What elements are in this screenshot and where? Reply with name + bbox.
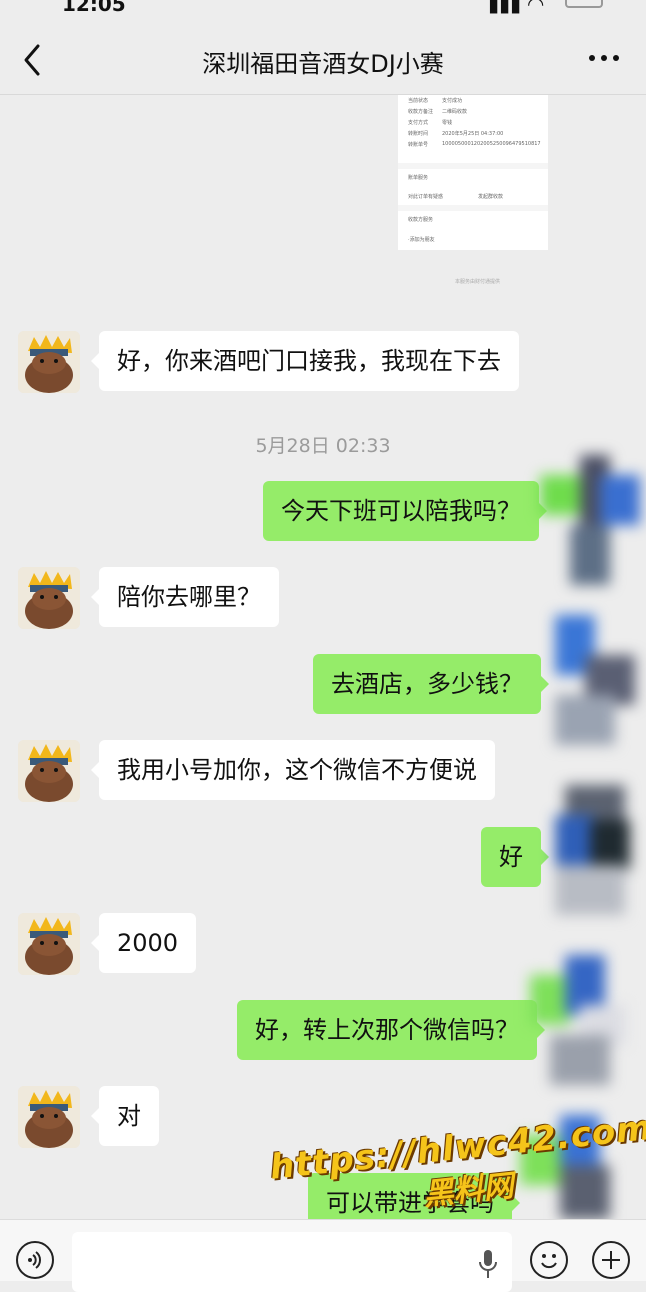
contact-avatar[interactable] — [18, 740, 80, 802]
message-timestamp: 5月28日 02:33 — [255, 435, 391, 457]
screenshot-detail-card: 当前状态 支付成功 收款方备注 二维码收款 支付方式 零钱 转账时间 2020年5月25… — [398, 95, 548, 163]
message-bubble-incoming[interactable]: 好，你来酒吧门口接我，我现在下去 — [91, 331, 519, 391]
message-bubble-outgoing[interactable]: 今天下班可以陪我吗？ — [263, 481, 547, 541]
message-bubble-incoming[interactable]: 我用小号加你，这个微信不方便说 — [91, 740, 495, 800]
screenshot-row-label: 转账时间 — [408, 131, 429, 137]
avatar-hippo-icon — [18, 567, 80, 629]
screenshot-row-label: 当前状态 — [408, 98, 429, 104]
avatar-hippo-icon — [18, 331, 80, 393]
avatar-hippo-icon — [18, 1086, 80, 1148]
screenshot-row-label: 转账单号 — [408, 142, 429, 148]
contact-avatar[interactable] — [18, 567, 80, 629]
screenshot-row-label: 支付方式 — [408, 120, 429, 126]
self-avatar-blurred[interactable] — [545, 785, 645, 925]
contact-avatar[interactable] — [18, 1086, 80, 1148]
input-toolbar — [0, 1219, 646, 1292]
self-avatar-blurred[interactable] — [530, 955, 630, 1095]
message-bubble-outgoing[interactable]: 好，转上次那个微信吗？ — [237, 1000, 545, 1060]
message-input[interactable] — [72, 1232, 512, 1292]
screenshot-service-item: 对此订单有疑惑 — [408, 194, 444, 200]
screenshot-row-value: 支付成功 — [442, 98, 463, 104]
status-bar: 12:05 ▮▮▮ ◠ — [0, 0, 646, 16]
voice-icon — [28, 1251, 41, 1269]
message-bubble-incoming[interactable]: 2000 — [90, 913, 197, 973]
avatar-hippo-icon — [18, 740, 80, 802]
self-avatar-blurred[interactable] — [540, 455, 640, 595]
microphone-icon[interactable] — [478, 1250, 498, 1280]
avatar-hippo-icon — [18, 913, 80, 975]
message-bubble-outgoing[interactable]: 去酒店，多少钱？ — [313, 654, 549, 714]
voice-input-button[interactable] — [16, 1241, 54, 1279]
screenshot-payee-service-card: 收款方服务 ·添加为朋友 — [398, 211, 548, 250]
more-functions-button[interactable] — [592, 1241, 630, 1279]
screenshot-service-item: 发起群收款 — [478, 194, 504, 200]
screenshot-row-value: 零钱 — [442, 120, 453, 126]
screenshot-service-item: ·添加为朋友 — [408, 237, 435, 243]
chat-title: 深圳福田音酒女DJ小赛 — [202, 50, 444, 78]
message-list[interactable]: 当前状态 支付成功 收款方备注 二维码收款 支付方式 零钱 转账时间 2020年5月25… — [0, 95, 646, 1219]
screenshot-row-value: 1000050001202005250096479510817 — [442, 141, 541, 147]
plus-icon — [602, 1251, 620, 1269]
self-avatar-blurred[interactable] — [545, 615, 645, 755]
contact-avatar[interactable] — [18, 913, 80, 975]
contact-avatar[interactable] — [18, 331, 80, 393]
battery-icon — [565, 0, 603, 8]
emoji-button[interactable] — [530, 1241, 568, 1279]
message-bubble-outgoing[interactable]: 好 — [481, 827, 549, 887]
screenshot-section-title: 收款方服务 — [408, 217, 434, 223]
message-bubble-incoming[interactable]: 对 — [91, 1086, 159, 1146]
screenshot-row-value: 2020年5月25日 04:37:00 — [442, 131, 504, 137]
screenshot-section-title: 账单服务 — [408, 175, 429, 181]
message-bubble-incoming[interactable]: 陪你去哪里？ — [91, 567, 279, 627]
more-options-icon[interactable] — [584, 48, 624, 68]
emoji-icon — [541, 1254, 557, 1269]
screenshot-footer: 本服务由财付通提供 — [455, 279, 501, 285]
screenshot-row-value: 二维码收款 — [442, 109, 468, 115]
screenshot-row-label: 收款方备注 — [408, 109, 434, 115]
screenshot-bill-service-card: 账单服务 对此订单有疑惑 发起群收款 — [398, 169, 548, 205]
chat-header: 深圳福田音酒女DJ小赛 — [0, 14, 646, 95]
shared-screenshot-image[interactable]: 当前状态 支付成功 收款方备注 二维码收款 支付方式 零钱 转账时间 2020年5月25… — [398, 95, 548, 250]
